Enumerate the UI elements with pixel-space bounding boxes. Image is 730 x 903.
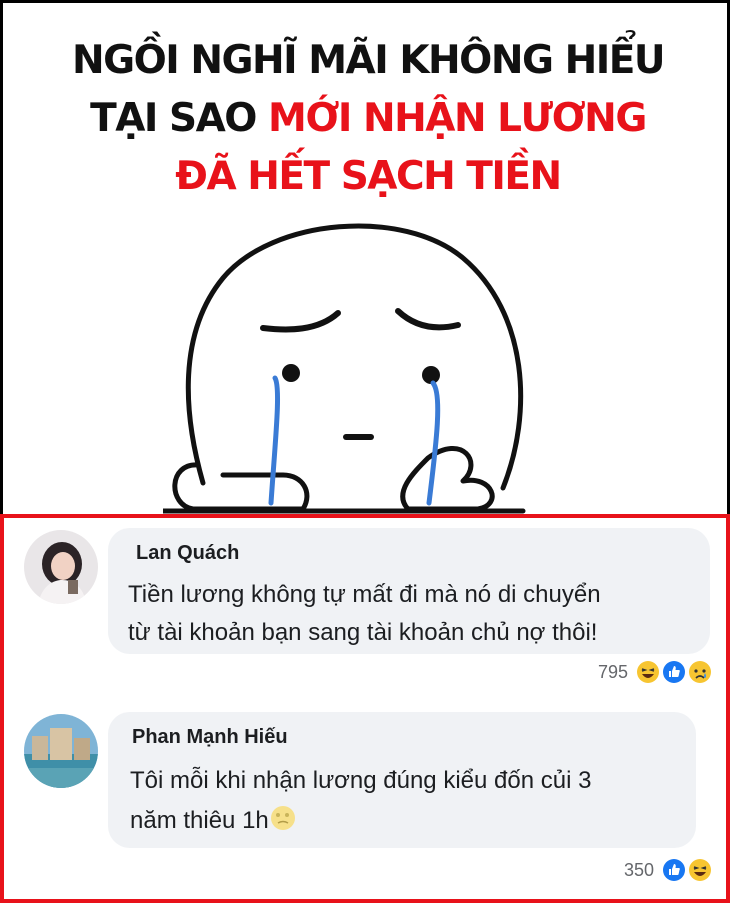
commenter-name[interactable]: Lan Quách [136, 542, 239, 565]
reaction-count: 795 [597, 661, 628, 682]
left-eye [282, 364, 300, 382]
comment-text-line: Tiền lương không tự mất đi mà nó di chuy… [128, 581, 601, 608]
right-hand [400, 445, 495, 512]
headline-line-2-red: MỚI NHẬN LƯƠNG [268, 96, 647, 141]
comment-bubble-1: Lan Quách Tiền lương không tự mất đi mà … [108, 528, 710, 654]
like-icon [663, 661, 685, 683]
left-tear [268, 375, 281, 506]
right-eye [422, 366, 440, 384]
comment-bubble-2: Phan Mạnh Hiếu Tôi mỗi khi nhận lương đú… [108, 712, 696, 848]
haha-icon [637, 661, 659, 683]
like-icon [663, 859, 685, 881]
sad-icon [689, 661, 711, 683]
left-arm [172, 462, 310, 512]
avatar-lan-quach[interactable] [24, 530, 98, 604]
left-eyebrow [260, 310, 341, 333]
reaction-count: 350 [623, 859, 654, 880]
headline-line-2: TẠI SAO MỚI NHẬN LƯƠNG [3, 95, 730, 143]
headline-line-1: NGỒI NGHĨ MÃI KHÔNG HIỂU [71, 38, 666, 83]
avatar-phan-manh-hieu[interactable] [24, 714, 98, 788]
commenter-name[interactable]: Phan Mạnh Hiếu [132, 726, 288, 749]
headline-line-2-black: TẠI SAO [90, 96, 269, 141]
haha-icon [689, 859, 711, 881]
comment-text: năm thiêu 1h [130, 807, 269, 834]
comment-text-line: Tôi mỗi khi nhận lương đúng kiểu đốn củi… [130, 767, 592, 794]
comments-panel: Lan Quách Tiền lương không tự mất đi mà … [0, 514, 730, 903]
reaction-summary-2[interactable]: 350 [624, 858, 712, 882]
right-eyebrow [395, 308, 461, 331]
comment-text-line: năm thiêu 1h [130, 802, 297, 840]
headline-line-3: ĐÃ HẾT SẠCH TIỀN [175, 154, 562, 199]
crying-face-illustration [163, 223, 526, 514]
reaction-summary-1[interactable]: 795 [598, 660, 712, 684]
head-outline [185, 223, 524, 491]
comment-text-line: từ tài khoản bạn sang tài khoản chủ nợ t… [128, 619, 598, 646]
moon-face-icon [270, 806, 295, 830]
